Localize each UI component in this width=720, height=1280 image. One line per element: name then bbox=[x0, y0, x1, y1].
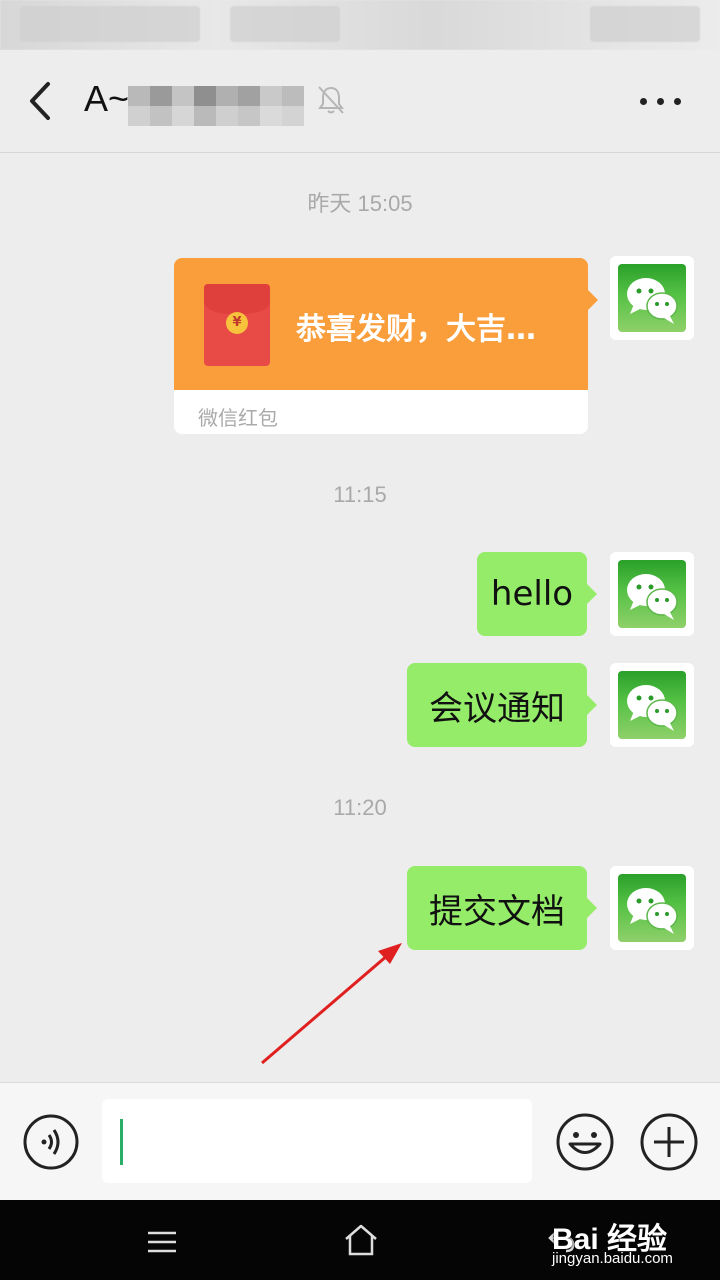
baidu-jingyan-watermark: Bai 经验 jingyan.baidu.com bbox=[552, 1223, 673, 1267]
home-icon bbox=[345, 1224, 377, 1256]
timestamp: 昨天 15:05 bbox=[307, 191, 413, 216]
red-packet-greeting: 恭喜发财，大吉… bbox=[296, 312, 536, 347]
red-packet-body: ¥ 恭喜发财，大吉… bbox=[174, 258, 598, 390]
message-bubble[interactable]: 提交文档 bbox=[407, 866, 597, 950]
avatar[interactable] bbox=[610, 552, 694, 636]
status-bar-blurred bbox=[0, 0, 720, 50]
avatar[interactable] bbox=[610, 256, 694, 340]
chat-title: A~ bbox=[84, 78, 130, 119]
text-caret bbox=[120, 1119, 123, 1165]
timestamp: 11:15 bbox=[333, 482, 387, 507]
back-button[interactable] bbox=[22, 76, 62, 126]
status-blur-block bbox=[590, 6, 700, 42]
emoji-icon bbox=[556, 1113, 614, 1171]
nav-home-button[interactable] bbox=[342, 1222, 380, 1258]
status-blur-block bbox=[20, 6, 200, 42]
bell-off-icon bbox=[316, 84, 346, 116]
nav-menu-button[interactable] bbox=[146, 1230, 178, 1254]
timestamp: 11:20 bbox=[333, 795, 387, 820]
more-button[interactable] bbox=[638, 90, 684, 110]
avatar[interactable] bbox=[610, 663, 694, 747]
voice-button[interactable] bbox=[22, 1113, 80, 1171]
red-packet-message[interactable]: ¥ 恭喜发财，大吉… 微信红包 bbox=[174, 258, 598, 434]
menu-icon bbox=[148, 1231, 176, 1253]
wechat-logo-icon bbox=[618, 560, 686, 628]
wechat-logo-icon bbox=[618, 264, 686, 332]
plus-icon bbox=[640, 1113, 698, 1171]
red-packet-label: 微信红包 bbox=[198, 406, 278, 430]
chevron-left-icon bbox=[30, 82, 50, 120]
blurred-contact-name bbox=[128, 86, 308, 126]
wechat-logo-icon bbox=[618, 671, 686, 739]
more-dots-icon bbox=[640, 98, 647, 105]
red-envelope-icon: ¥ bbox=[204, 284, 270, 366]
message-bubble[interactable]: 会议通知 bbox=[407, 663, 597, 747]
wechat-logo-icon bbox=[618, 874, 686, 942]
status-blur-block bbox=[230, 6, 340, 42]
chat-header: A~ bbox=[0, 50, 720, 153]
emoji-button[interactable] bbox=[554, 1111, 616, 1173]
input-bar bbox=[0, 1082, 720, 1201]
message-bubble[interactable]: hello bbox=[477, 552, 597, 636]
message-input[interactable] bbox=[102, 1099, 532, 1183]
avatar[interactable] bbox=[610, 866, 694, 950]
more-functions-button[interactable] bbox=[638, 1111, 700, 1173]
voice-icon bbox=[23, 1114, 79, 1170]
